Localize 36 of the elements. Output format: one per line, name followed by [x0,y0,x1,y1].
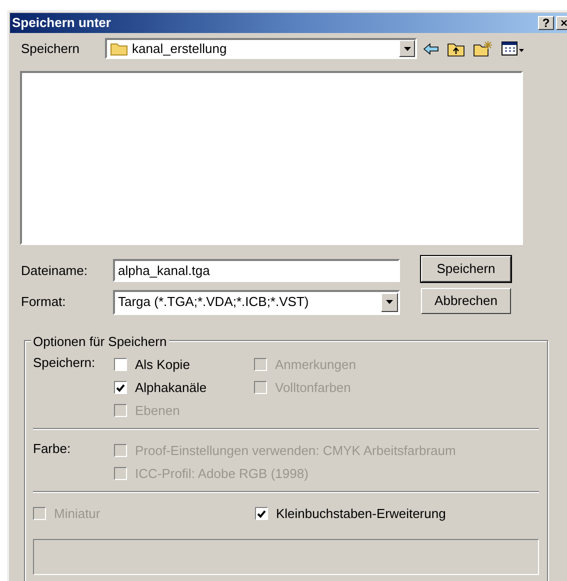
caret-icon [386,300,393,304]
filename-label: Dateiname: [21,262,88,280]
new-folder-icon[interactable] [473,40,493,57]
section-label: Farbe: [33,440,72,458]
checkbox-label: Volltonfarben [275,378,351,397]
section-label: Speichern: [33,354,96,372]
checkbox-label: Als Kopie [135,356,190,374]
checkbox-label: Alphakanäle [135,378,207,397]
filename-field[interactable]: alpha_kanal.tga [113,259,400,282]
folder-icon [110,42,128,56]
up-folder-icon[interactable] [447,40,465,56]
checkbox-label: ICC-Profil: Adobe RGB (1998) [135,464,308,483]
dropdown-button[interactable] [381,292,398,312]
checkbox-label: Proof-Einstellungen verwenden: CMYK Arbeitsfarbraum [135,442,456,460]
format-label: Format: [21,293,67,312]
dialog-button[interactable]: Abbrechen [421,288,511,314]
dialog-button[interactable]: Speichern [421,256,511,282]
window-title: Speichern unter [12,14,111,32]
checkbox[interactable] [114,381,127,394]
checkbox-label: Kleinbuchstaben-Erweiterung [276,504,446,523]
save-in-label: Speichern [21,40,81,58]
back-arrow-icon[interactable] [423,42,439,56]
folder-name: kanal_erstellung [132,40,228,58]
folder-dropdown[interactable]: kanal_erstellung [105,38,417,59]
dropdown-button[interactable] [399,40,415,57]
format-dropdown[interactable]: Targa (*.TGA;*.VDA;*.ICB;*.VST) [113,290,400,314]
close-button[interactable]: × [556,16,567,30]
help-button[interactable]: ? [538,16,554,30]
checkbox-label: Ebenen [135,402,180,420]
checkbox-label: Anmerkungen [275,356,356,374]
view-menu-icon[interactable] [501,40,525,56]
caret-icon [404,46,410,50]
checkbox[interactable] [114,358,127,371]
checkbox-label: Miniatur [54,504,100,523]
format-value: Targa (*.TGA;*.VDA;*.ICB;*.VST) [118,293,310,312]
checkbox[interactable] [255,507,268,520]
